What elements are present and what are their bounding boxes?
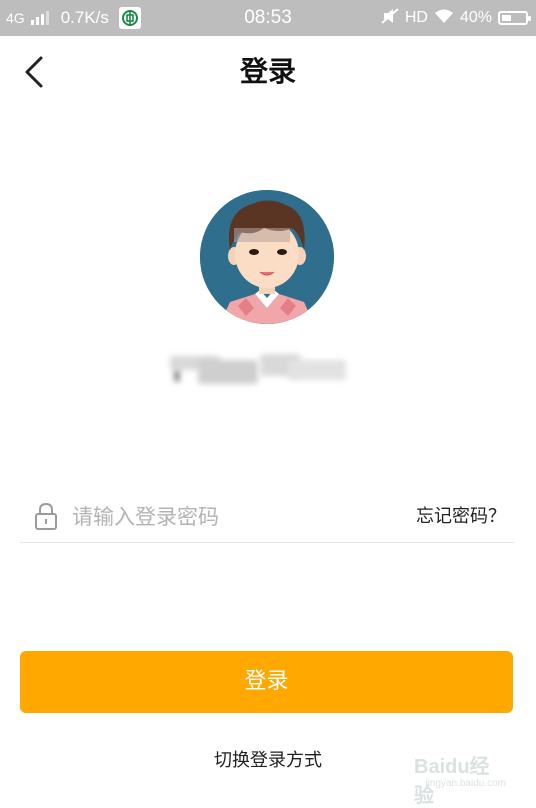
forgot-password-link[interactable]: 忘记密码？ [416, 492, 506, 542]
status-right: HD 40% [381, 0, 531, 36]
mute-icon [381, 7, 399, 29]
battery-percent: 40% [459, 9, 492, 26]
hd-label: HD [404, 9, 428, 26]
page-title: 登录 [239, 55, 296, 88]
wifi-icon [434, 8, 454, 29]
battery-icon [498, 11, 531, 25]
avatar [200, 190, 334, 324]
username-text [170, 350, 171, 351]
password-row: 忘记密码？ [20, 492, 514, 543]
cartoon-avatar-icon [200, 190, 334, 324]
login-button[interactable]: 登录 [20, 651, 513, 713]
watermark-url: jingyan.baidu.com [425, 778, 506, 789]
baidu-watermark: Baidu经验 jingyan.baidu.com [414, 746, 506, 807]
username-label [170, 350, 346, 386]
header: 登录 [0, 36, 536, 108]
status-bar: 4G 0.7K/s 08:53 HD 40% [0, 0, 536, 36]
password-input[interactable] [72, 498, 392, 536]
lock-icon [35, 502, 57, 530]
